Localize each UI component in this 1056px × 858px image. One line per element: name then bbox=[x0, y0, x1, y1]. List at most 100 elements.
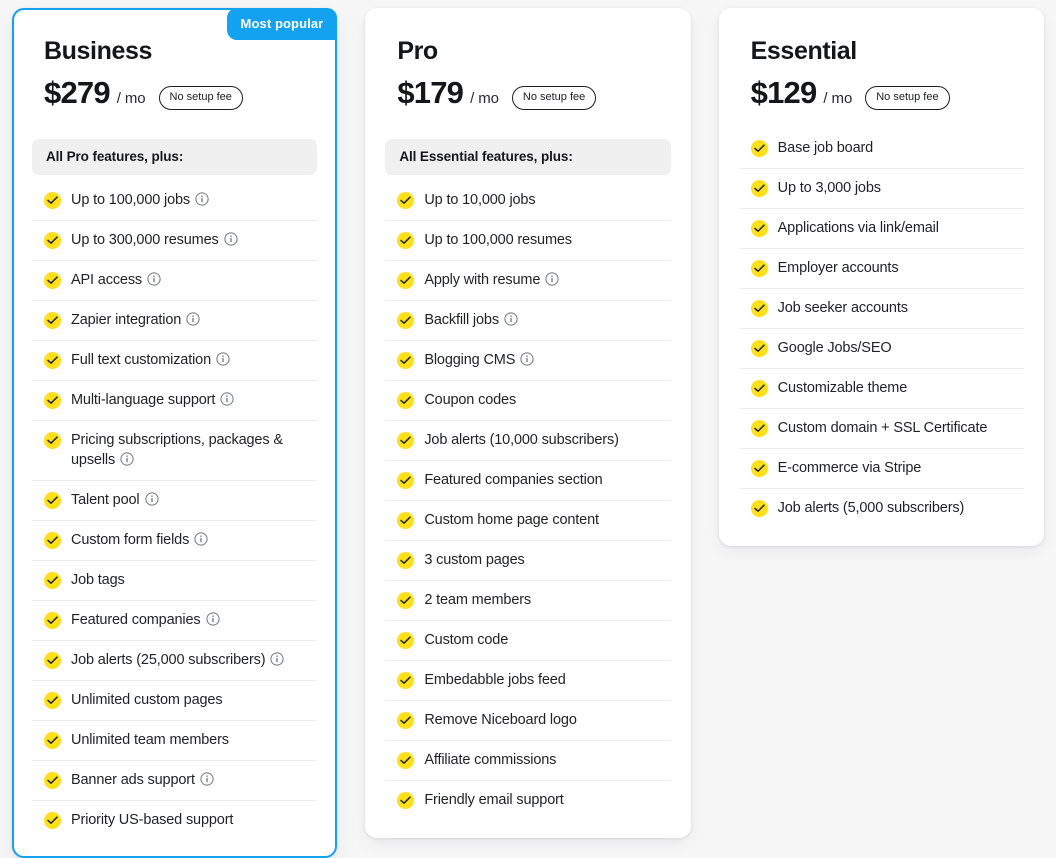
info-icon[interactable] bbox=[545, 271, 559, 286]
feature-item: Zapier integration bbox=[32, 301, 318, 341]
check-icon bbox=[750, 499, 768, 517]
feature-item: Custom form fields bbox=[32, 521, 318, 561]
pricing-card-business: Most popular Business $279 / mo No setup fee… bbox=[12, 8, 338, 858]
feature-label: Base job board bbox=[777, 139, 874, 156]
feature-item: Friendly email support bbox=[385, 781, 670, 820]
check-icon bbox=[44, 731, 61, 749]
feature-label: Featured companies bbox=[71, 610, 315, 630]
feature-item: Job alerts (5,000 subscribers) bbox=[739, 489, 1024, 528]
check-icon bbox=[397, 431, 415, 449]
feature-item: Pricing subscriptions, packages & upsell… bbox=[32, 421, 318, 481]
check-icon bbox=[750, 179, 768, 197]
check-icon bbox=[397, 271, 415, 289]
check-icon bbox=[397, 711, 415, 729]
info-icon[interactable] bbox=[195, 191, 209, 206]
feature-item: Applications via link/email bbox=[738, 209, 1024, 249]
feature-item: Up to 100,000 resumes bbox=[385, 221, 671, 261]
info-icon[interactable] bbox=[270, 651, 285, 666]
feature-label: Multi-language support bbox=[71, 390, 315, 410]
check-icon bbox=[44, 271, 61, 289]
feature-item: Up to 10,000 jobs bbox=[385, 181, 671, 221]
pricing-card-essential: Essential $129 / mo No setup fee Base job bo… bbox=[718, 8, 1044, 546]
feature-item: Unlimited custom pages bbox=[32, 681, 318, 721]
feature-label: Unlimited custom pages bbox=[71, 691, 223, 708]
check-icon bbox=[750, 339, 768, 357]
info-icon[interactable] bbox=[120, 451, 134, 466]
feature-label: Full text customization bbox=[71, 350, 315, 370]
feature-item: Custom domain + SSL Certificate bbox=[738, 409, 1024, 449]
check-icon bbox=[44, 771, 61, 789]
features-section-header: All Essential features, plus: bbox=[385, 138, 671, 175]
feature-label: Embedabble jobs feed bbox=[424, 671, 566, 688]
info-icon[interactable] bbox=[223, 231, 238, 246]
check-icon bbox=[397, 671, 415, 689]
feature-item: Blogging CMS bbox=[385, 341, 671, 381]
check-icon bbox=[44, 811, 61, 829]
check-icon bbox=[44, 231, 61, 249]
feature-item: Featured companies section bbox=[385, 461, 671, 501]
check-icon bbox=[750, 259, 768, 277]
check-icon bbox=[44, 691, 61, 709]
plan-period: / mo bbox=[823, 89, 853, 107]
pricing-card-pro: Pro $179 / mo No setup fee All Essential fea… bbox=[365, 8, 691, 838]
info-icon[interactable] bbox=[194, 531, 208, 546]
check-icon bbox=[397, 631, 415, 649]
feature-list: Up to 100,000 jobs Up to 300,000 resumes A… bbox=[32, 181, 318, 840]
info-icon[interactable] bbox=[186, 311, 200, 326]
plan-price: $179 bbox=[397, 74, 464, 110]
feature-item: Customizable theme bbox=[738, 369, 1024, 409]
check-icon bbox=[44, 611, 61, 629]
check-icon bbox=[397, 551, 415, 569]
feature-label: Custom code bbox=[424, 631, 509, 648]
feature-item: Job alerts (25,000 subscribers) bbox=[32, 641, 318, 681]
feature-label: Job tags bbox=[71, 571, 125, 588]
info-icon[interactable] bbox=[200, 771, 214, 786]
check-icon bbox=[397, 511, 415, 529]
check-icon bbox=[44, 191, 61, 209]
check-icon bbox=[750, 219, 768, 237]
check-icon bbox=[44, 651, 61, 669]
feature-label: Backfill jobs bbox=[424, 310, 668, 330]
feature-label: Featured companies section bbox=[424, 471, 603, 488]
feature-label: Apply with resume bbox=[424, 270, 668, 290]
check-icon bbox=[397, 231, 415, 249]
info-icon[interactable] bbox=[144, 491, 159, 506]
feature-item: Custom home page content bbox=[385, 501, 671, 541]
feature-list: Up to 10,000 jobs Up to 100,000 resumes Ap… bbox=[385, 181, 671, 820]
feature-item: Unlimited team members bbox=[32, 721, 318, 761]
check-icon bbox=[750, 139, 768, 157]
price-row: $279 / mo No setup fee bbox=[44, 77, 317, 113]
info-icon[interactable] bbox=[220, 391, 234, 406]
check-icon bbox=[397, 191, 415, 209]
feature-label: Customizable theme bbox=[777, 379, 908, 396]
feature-label: Blogging CMS bbox=[424, 350, 668, 370]
feature-label: Up to 100,000 jobs bbox=[71, 190, 315, 210]
pricing-card-list: Most popular Business $279 / mo No setup fee… bbox=[0, 0, 1056, 858]
feature-label: Job alerts (25,000 subscribers) bbox=[71, 650, 315, 670]
info-icon[interactable] bbox=[147, 271, 161, 286]
feature-label: Remove Niceboard logo bbox=[424, 711, 577, 728]
check-icon bbox=[750, 419, 768, 437]
no-setup-fee-pill: No setup fee bbox=[511, 85, 597, 110]
info-icon[interactable] bbox=[205, 611, 220, 626]
check-icon bbox=[397, 791, 415, 809]
feature-item: Full text customization bbox=[32, 341, 318, 381]
feature-label: E-commerce via Stripe bbox=[777, 459, 922, 476]
feature-item: Employer accounts bbox=[738, 249, 1024, 289]
feature-label: Talent pool bbox=[71, 490, 315, 510]
check-icon bbox=[44, 531, 61, 549]
info-icon[interactable] bbox=[520, 351, 534, 366]
feature-label: Affiliate commissions bbox=[424, 751, 557, 768]
feature-label: Custom form fields bbox=[71, 530, 315, 550]
info-icon[interactable] bbox=[216, 351, 230, 366]
price-row: $179 / mo No setup fee bbox=[397, 77, 670, 113]
feature-item: Remove Niceboard logo bbox=[385, 701, 671, 741]
feature-item: Apply with resume bbox=[385, 261, 671, 301]
feature-item: API access bbox=[32, 261, 318, 301]
feature-item: Coupon codes bbox=[385, 381, 671, 421]
most-popular-badge: Most popular bbox=[226, 8, 338, 40]
check-icon bbox=[397, 751, 415, 769]
check-icon bbox=[397, 471, 415, 489]
feature-item: Job tags bbox=[32, 561, 318, 601]
info-icon[interactable] bbox=[504, 311, 518, 326]
